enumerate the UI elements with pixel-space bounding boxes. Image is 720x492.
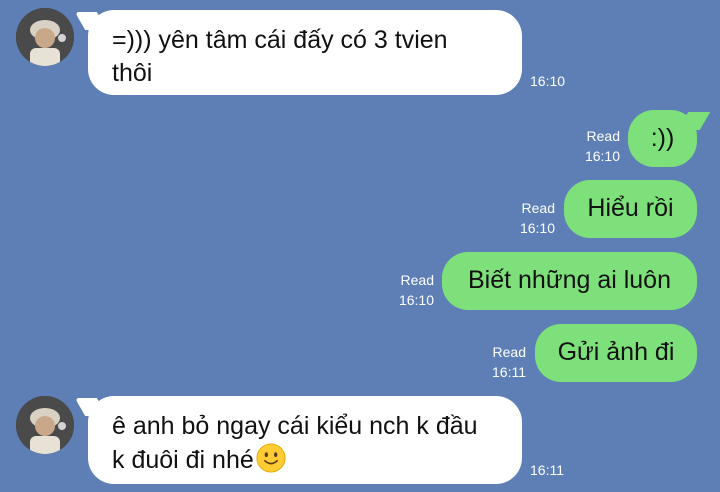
incoming-message-bubble[interactable]: =))) yên tâm cái đấy có 3 tvien thôi xyxy=(88,10,522,95)
message-time: 16:10 xyxy=(584,148,620,164)
chat-thread[interactable]: =))) yên tâm cái đấy có 3 tvien thôi 16:… xyxy=(0,0,720,492)
outgoing-message-bubble[interactable]: :)) xyxy=(628,110,697,167)
message-text-line: ê anh bỏ ngay cái kiểu nch k đầu xyxy=(112,412,478,440)
read-status: Read xyxy=(586,128,620,144)
message-time: 16:10 xyxy=(398,292,434,308)
message-meta: Read 16:11 xyxy=(476,342,526,382)
message-meta: Read 16:10 xyxy=(505,198,555,238)
message-text-line: thôi xyxy=(112,59,153,87)
message-text-line: =))) yên tâm cái đấy có 3 tvien xyxy=(112,26,448,54)
outgoing-message-bubble[interactable]: Hiểu rồi xyxy=(564,180,697,238)
message-text: Biết những ai luôn xyxy=(468,266,671,294)
read-status: Read xyxy=(400,272,434,288)
message-meta: Read 16:10 xyxy=(384,270,434,310)
contact-avatar[interactable] xyxy=(16,396,74,454)
message-meta: Read 16:10 xyxy=(570,126,620,166)
read-status: Read xyxy=(492,344,526,360)
message-text: Hiểu rồi xyxy=(587,194,674,222)
slightly-smiling-face-icon xyxy=(256,443,286,473)
message-time: 16:11 xyxy=(492,364,526,380)
message-time: 16:11 xyxy=(530,462,564,478)
message-text: Gửi ảnh đi xyxy=(557,338,675,366)
avatar-photo-icon xyxy=(16,8,74,66)
incoming-message-bubble[interactable]: ê anh bỏ ngay cái kiểu nch k đầu k đuôi … xyxy=(88,396,522,484)
message-time: 16:10 xyxy=(530,73,566,89)
contact-avatar[interactable] xyxy=(16,8,74,66)
message-text-line: k đuôi đi nhé xyxy=(112,443,500,477)
avatar-photo-icon xyxy=(16,396,74,454)
outgoing-message-bubble[interactable]: Biết những ai luôn xyxy=(442,252,697,310)
message-text: k đuôi đi nhé xyxy=(112,446,254,474)
message-time: 16:10 xyxy=(519,220,555,236)
message-text: :)) xyxy=(650,124,675,152)
outgoing-message-bubble[interactable]: Gửi ảnh đi xyxy=(535,324,697,382)
read-status: Read xyxy=(521,200,555,216)
